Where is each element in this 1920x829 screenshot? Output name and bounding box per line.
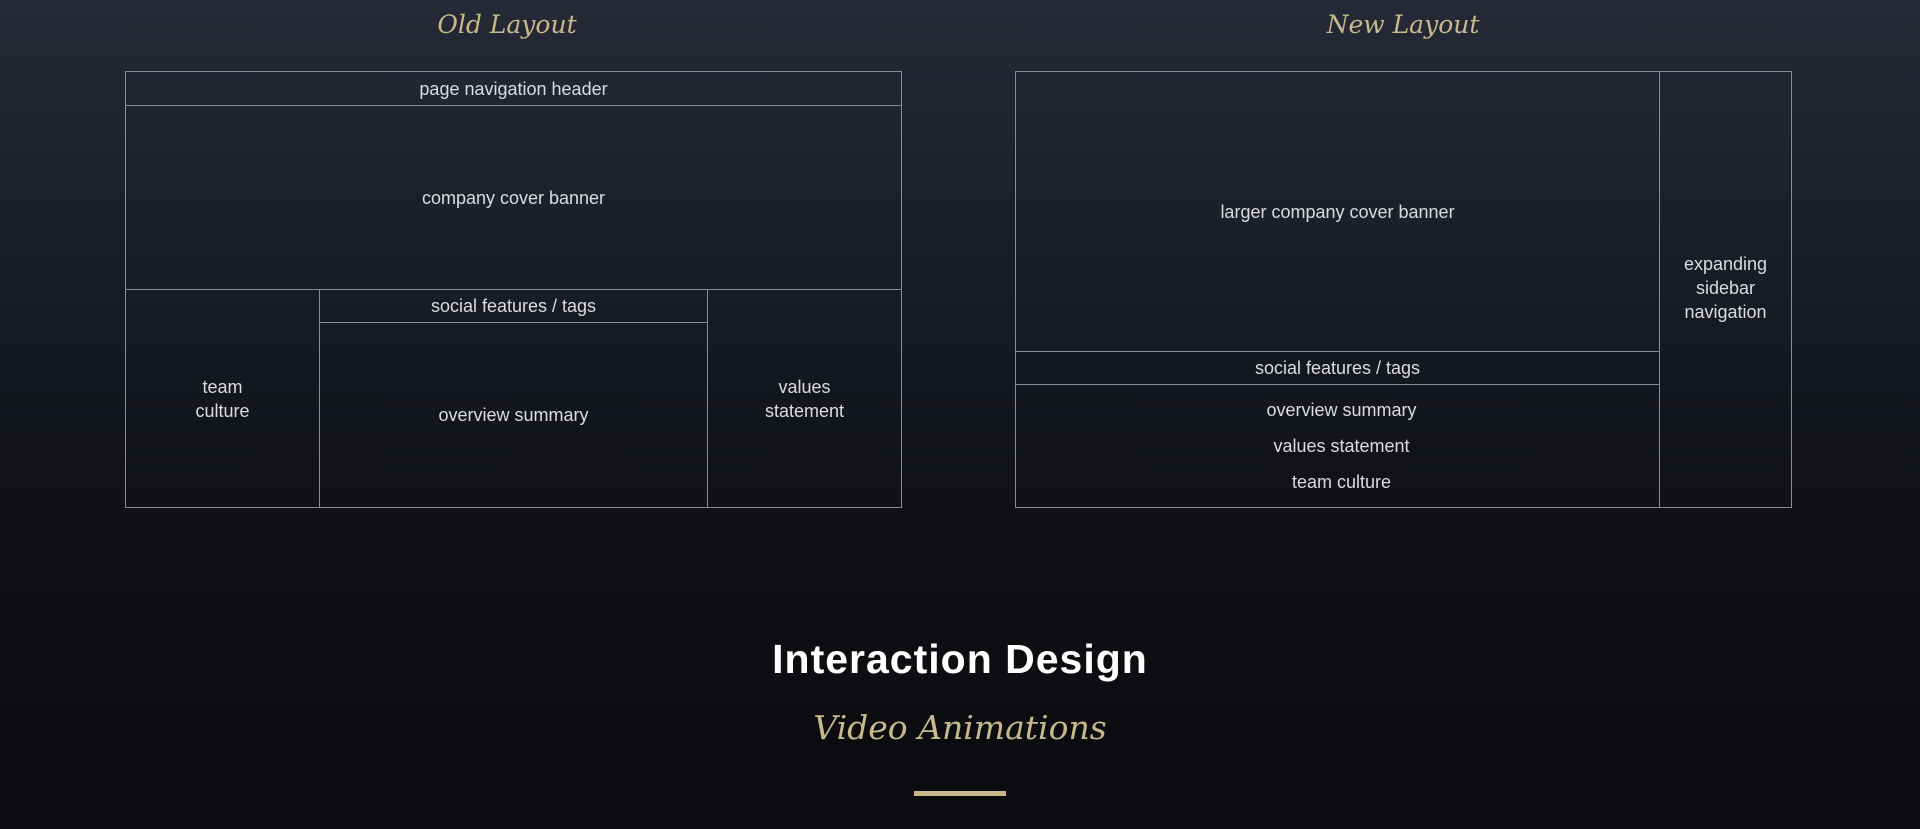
accent-divider <box>914 791 1006 796</box>
new-content-block: overview summary values statement team c… <box>1016 385 1659 507</box>
old-values-line1: values <box>778 376 831 397</box>
old-values-line2: statement <box>764 400 845 421</box>
new-values-label: values statement <box>1273 436 1410 456</box>
old-overview-label: overview summary <box>438 405 589 425</box>
new-sidebar-block: expanding sidebar navigation <box>1659 72 1791 507</box>
section-subtitle: Video Animations <box>813 708 1107 747</box>
old-team-culture-block: team culture <box>126 290 320 507</box>
old-banner-label: company cover banner <box>421 187 606 208</box>
new-banner-label: larger company cover banner <box>1220 201 1455 222</box>
new-layout-title: New Layout <box>1326 10 1480 39</box>
new-overview-label: overview summary <box>1266 400 1417 420</box>
new-team-culture-label: team culture <box>1291 472 1392 492</box>
old-values-block: values statement <box>707 290 901 507</box>
old-social-block: social features / tags <box>320 290 707 323</box>
new-social-label: social features / tags <box>1254 358 1421 378</box>
new-sidebar-line2: sidebar <box>1695 277 1756 298</box>
section-title: Interaction Design <box>772 636 1148 682</box>
old-layout-wireframe: page navigation header company cover ban… <box>125 71 902 508</box>
new-sidebar-line1: expanding <box>1683 253 1768 274</box>
new-banner-block: larger company cover banner <box>1016 72 1659 352</box>
old-header-label: page navigation header <box>419 78 608 99</box>
old-team-culture-line1: team <box>202 376 243 397</box>
old-layout-title: Old Layout <box>437 10 577 39</box>
new-sidebar-line3: navigation <box>1684 301 1767 322</box>
new-layout-wireframe: larger company cover banner social featu… <box>1015 71 1792 508</box>
old-overview-block: overview summary <box>320 323 707 507</box>
old-header-block: page navigation header <box>126 72 901 106</box>
new-social-block: social features / tags <box>1016 352 1659 385</box>
old-team-culture-line2: culture <box>195 400 250 421</box>
old-social-label: social features / tags <box>430 296 597 316</box>
old-banner-block: company cover banner <box>126 106 901 290</box>
